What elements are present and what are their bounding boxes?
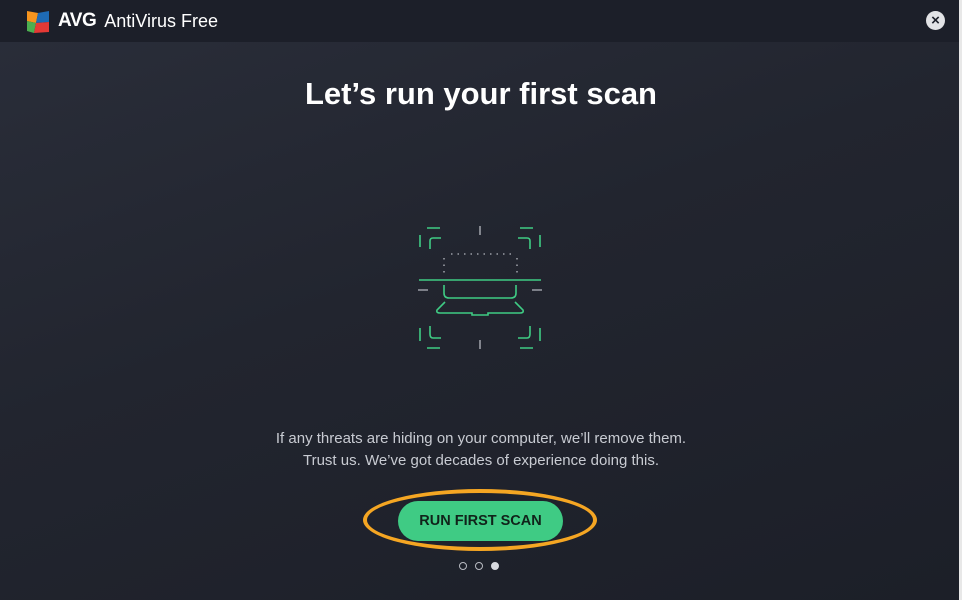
brand-name: AVG (58, 10, 97, 31)
avg-logo-icon (27, 11, 49, 33)
pagination-dots (459, 562, 499, 570)
close-icon: × (931, 12, 940, 29)
page-dot-2[interactable] (475, 562, 483, 570)
close-button[interactable]: × (926, 11, 945, 30)
app-window: AVG AntiVirus Free × Let’s run your firs… (0, 0, 962, 600)
page-dot-3-active[interactable] (491, 562, 499, 570)
description: If any threats are hiding on your comput… (0, 428, 962, 472)
page-dot-1[interactable] (459, 562, 467, 570)
description-line-1: If any threats are hiding on your comput… (275, 430, 687, 447)
laptop-scan-icon (418, 226, 542, 349)
page-title: Let’s run your first scan (305, 76, 657, 111)
description-line-2: Trust us. We’ve got decades of experienc… (302, 452, 660, 469)
product-name: AntiVirus Free (104, 10, 218, 31)
titlebar: AVG AntiVirus Free × (0, 0, 959, 42)
run-first-scan-button[interactable]: RUN FIRST SCAN (398, 501, 563, 541)
